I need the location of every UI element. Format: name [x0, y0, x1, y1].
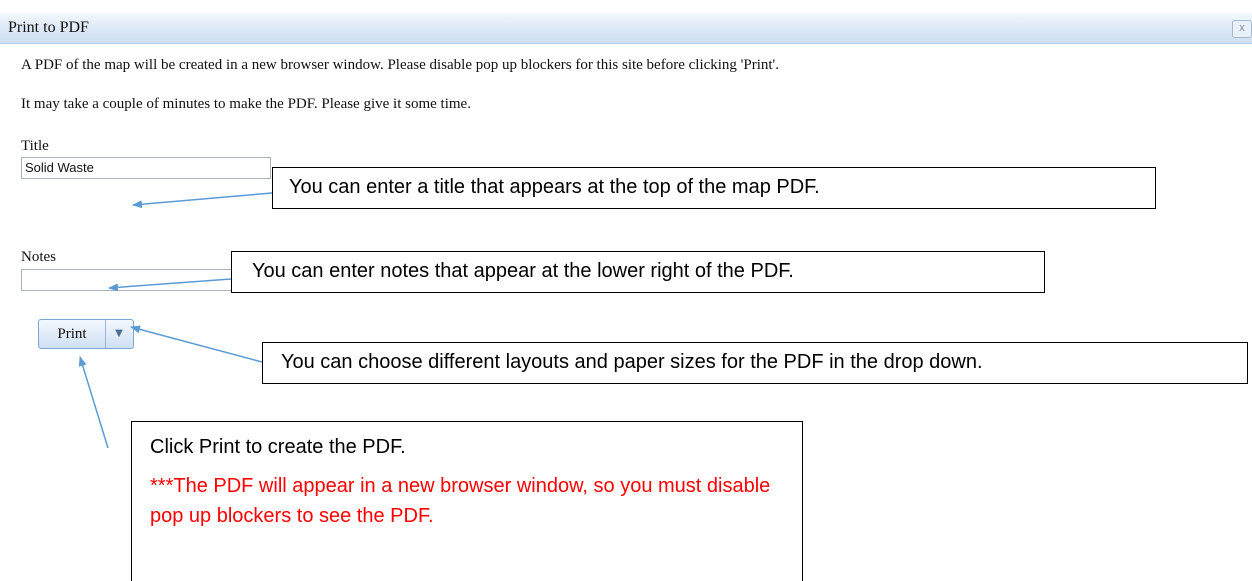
title-arrow	[132, 192, 273, 209]
dropdown-arrow	[130, 325, 263, 363]
print-arrow	[78, 356, 109, 449]
notes-arrow	[108, 278, 232, 292]
callout-arrows	[78, 192, 273, 449]
